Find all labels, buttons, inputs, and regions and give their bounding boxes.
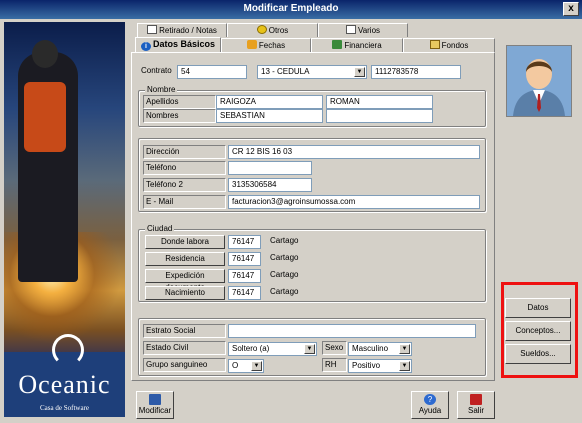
residencia-city: Cartago [270, 253, 299, 262]
chevron-down-icon[interactable]: ▼ [304, 344, 315, 354]
grupo-sanguineo-label: Grupo sanguineo [143, 358, 226, 372]
residencia-code[interactable]: 76147 [228, 252, 261, 266]
tab-datos-basicos[interactable]: i Datos Básicos [135, 37, 221, 53]
nacimiento-code[interactable]: 76147 [228, 286, 261, 300]
brand-logo: Oceanic Casa de Software [4, 334, 125, 417]
nombre1-field[interactable]: SEBASTIAN [216, 109, 323, 123]
rh-value: Positivo [352, 361, 381, 370]
estado-civil-value: Soltero (a) [232, 344, 270, 353]
tab-financiera[interactable]: Financiera [311, 38, 403, 52]
expedicion-city: Cartago [270, 270, 299, 279]
grupo-sanguineo-select[interactable]: O ▼ [228, 359, 264, 373]
doc-type-value: 13 - CEDULA [261, 67, 310, 76]
nombres-label: Nombres [143, 109, 216, 123]
worker-vest [24, 82, 66, 152]
rh-select[interactable]: Positivo ▼ [348, 359, 412, 373]
direccion-field[interactable]: CR 12 BIS 16 03 [228, 145, 480, 159]
logo-circle-icon [52, 334, 84, 366]
chevron-down-icon[interactable]: ▼ [399, 344, 410, 354]
contract-label: Contrato [141, 66, 172, 75]
brand-photo: Oceanic Casa de Software [4, 22, 125, 417]
exit-icon [470, 394, 482, 405]
telefono2-field[interactable]: 3135306584 [228, 178, 312, 192]
brand-tagline: Casa de Software [40, 404, 89, 412]
expedicion-code[interactable]: 76147 [228, 269, 261, 283]
direccion-label: Dirección [143, 145, 226, 159]
person-icon [507, 46, 571, 116]
folder-icon [429, 40, 440, 49]
tab-fechas[interactable]: Fechas [221, 38, 311, 52]
donde-labora-city: Cartago [270, 236, 299, 245]
contract-field[interactable]: 54 [177, 65, 247, 79]
rh-label: RH [322, 358, 347, 372]
window-title: Modificar Empleado [243, 3, 339, 14]
calendar-icon [246, 40, 257, 49]
help-icon: ? [424, 394, 436, 405]
estrato-field[interactable] [228, 324, 476, 338]
name-group-title: Nombre [145, 85, 178, 94]
list-icon [345, 25, 356, 34]
modificar-button[interactable]: Modificar [136, 391, 174, 419]
chevron-down-icon[interactable]: ▼ [354, 67, 365, 77]
doc-type-select[interactable]: 13 - CEDULA ▼ [257, 65, 367, 79]
sueldos-button[interactable]: Sueldos... [505, 344, 571, 364]
grupo-sanguineo-value: O [232, 361, 239, 370]
datos-emergencia-button[interactable]: Datos Emergencia [505, 298, 571, 330]
apellido1-field[interactable]: RAIGOZA [216, 95, 323, 109]
sexo-value: Masculino [352, 344, 389, 353]
estrato-label: Estrato Social [143, 324, 226, 338]
nacimiento-button[interactable]: Nacimiento [145, 286, 225, 300]
money-icon [332, 40, 343, 49]
apellidos-label: Apellidos [143, 95, 216, 109]
notes-icon [147, 25, 158, 34]
chevron-down-icon[interactable]: ▼ [399, 361, 410, 371]
residencia-button[interactable]: Residencia [145, 252, 225, 266]
info-icon: i [140, 42, 151, 51]
conceptos-button[interactable]: Conceptos... [505, 321, 571, 341]
telefono2-label: Teléfono 2 [143, 178, 226, 192]
sexo-label: Sexo [322, 341, 347, 355]
salir-button[interactable]: Salir [457, 391, 495, 419]
worker-head [32, 40, 58, 68]
title-bar: Modificar Empleado x [0, 0, 582, 19]
chevron-down-icon[interactable]: ▼ [251, 361, 262, 371]
tab-retirado-notas[interactable]: Retirado / Notas [137, 23, 227, 37]
telefono-label: Teléfono [143, 161, 226, 175]
doc-number-field[interactable]: 1112783578 [371, 65, 461, 79]
avatar [506, 45, 572, 117]
brand-name: Oceanic [18, 370, 111, 399]
estado-civil-label: Estado Civil [143, 341, 226, 355]
expedicion-documento-button[interactable]: Expedición documento [145, 269, 225, 292]
coin-icon [256, 25, 267, 34]
apellido2-field[interactable]: ROMAN [326, 95, 433, 109]
tab-otros[interactable]: Otros [227, 23, 318, 37]
tab-fondos[interactable]: Fondos [403, 38, 495, 52]
estado-civil-select[interactable]: Soltero (a) ▼ [228, 342, 317, 356]
save-icon [149, 394, 161, 405]
close-button[interactable]: x [563, 2, 579, 16]
donde-labora-code[interactable]: 76147 [228, 235, 261, 249]
sexo-select[interactable]: Masculino ▼ [348, 342, 412, 356]
nombre2-field[interactable] [326, 109, 433, 123]
city-group-title: Ciudad [145, 224, 175, 233]
email-label: E - Mail [143, 195, 226, 209]
ayuda-button[interactable]: ? Ayuda [411, 391, 449, 419]
tab-varios[interactable]: Varios [318, 23, 408, 37]
donde-labora-button[interactable]: Donde labora [145, 235, 225, 249]
telefono-field[interactable] [228, 161, 312, 175]
email-field[interactable]: facturacion3@agroinsumossa.com [228, 195, 480, 209]
nacimiento-city: Cartago [270, 287, 299, 296]
